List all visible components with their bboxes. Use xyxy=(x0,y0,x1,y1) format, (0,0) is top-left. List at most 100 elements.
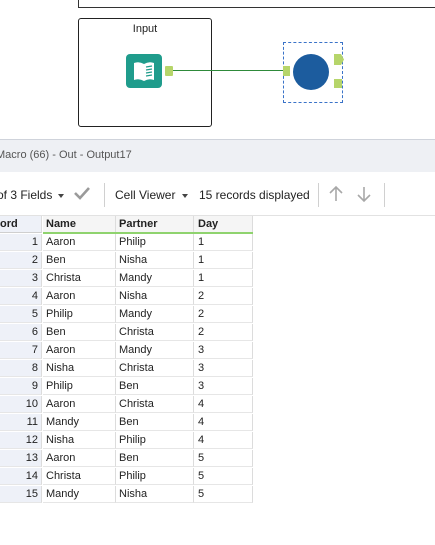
table-row[interactable]: 8 Nisha Christa 3 xyxy=(0,360,253,378)
day-cell[interactable]: 1 xyxy=(194,270,253,287)
partner-cell[interactable]: Philip xyxy=(116,468,194,485)
name-cell[interactable]: Philip xyxy=(43,378,116,395)
name-cell[interactable]: Christa xyxy=(43,468,116,485)
container-title: Input xyxy=(132,23,158,35)
partner-cell[interactable]: Mandy xyxy=(116,342,194,359)
record-number-cell[interactable]: 14 xyxy=(0,468,42,485)
record-number-cell[interactable]: 8 xyxy=(0,360,42,377)
partner-cell[interactable]: Nisha xyxy=(116,486,194,503)
name-cell[interactable]: Aaron xyxy=(43,450,116,467)
table-row[interactable]: 6 Ben Christa 2 xyxy=(0,324,253,342)
workflow-canvas[interactable]: Input xyxy=(0,0,435,138)
toolbar-divider xyxy=(384,183,385,207)
partner-cell[interactable]: Christa xyxy=(116,396,194,413)
partner-cell[interactable]: Nisha xyxy=(116,252,194,269)
column-header-name[interactable]: Name xyxy=(43,216,116,233)
record-number-cell[interactable]: 3 xyxy=(0,270,42,287)
record-number-cell[interactable]: 4 xyxy=(0,288,42,305)
cell-viewer-button[interactable]: Cell Viewer xyxy=(115,188,175,202)
record-number-cell[interactable]: 12 xyxy=(0,432,42,449)
day-cell[interactable]: 2 xyxy=(194,306,253,323)
partner-cell[interactable]: Nisha xyxy=(116,288,194,305)
input-output-anchor[interactable] xyxy=(165,66,173,76)
arrow-up-icon[interactable] xyxy=(328,185,344,206)
name-cell[interactable]: Philip xyxy=(43,306,116,323)
macro-circle-icon[interactable] xyxy=(293,54,329,90)
day-cell[interactable]: 4 xyxy=(194,432,253,449)
column-header-partner[interactable]: Partner xyxy=(116,216,194,233)
table-row[interactable]: 3 Christa Mandy 1 xyxy=(0,270,253,288)
name-cell[interactable]: Ben xyxy=(43,252,116,269)
input-data-tool-icon[interactable] xyxy=(126,54,162,88)
partner-cell[interactable]: Ben xyxy=(116,450,194,467)
name-cell[interactable]: Aaron xyxy=(43,288,116,305)
record-number-cell[interactable]: 15 xyxy=(0,486,42,503)
record-number-cell[interactable]: 2 xyxy=(0,252,42,269)
day-cell[interactable]: 1 xyxy=(194,252,253,269)
partner-cell[interactable]: Philip xyxy=(116,432,194,449)
cell-viewer-chevron-icon[interactable] xyxy=(182,194,188,198)
name-cell[interactable]: Nisha xyxy=(43,360,116,377)
table-row[interactable]: 12 Nisha Philip 4 xyxy=(0,432,253,450)
grid-header-row: ord Name Partner Day xyxy=(0,216,253,234)
fields-dropdown-chevron-icon[interactable] xyxy=(58,194,64,198)
table-row[interactable]: 13 Aaron Ben 5 xyxy=(0,450,253,468)
column-header-record[interactable]: ord xyxy=(0,216,42,233)
table-row[interactable]: 1 Aaron Philip 1 xyxy=(0,234,253,252)
name-cell[interactable]: Nisha xyxy=(43,432,116,449)
day-cell[interactable]: 4 xyxy=(194,396,253,413)
table-row[interactable]: 11 Mandy Ben 4 xyxy=(0,414,253,432)
table-row[interactable]: 9 Philip Ben 3 xyxy=(0,378,253,396)
table-row[interactable]: 14 Christa Philip 5 xyxy=(0,468,253,486)
table-row[interactable]: 10 Aaron Christa 4 xyxy=(0,396,253,414)
name-cell[interactable]: Mandy xyxy=(43,414,116,431)
partner-cell[interactable]: Mandy xyxy=(116,306,194,323)
record-number-cell[interactable]: 9 xyxy=(0,378,42,395)
day-cell[interactable]: 5 xyxy=(194,468,253,485)
arrow-down-icon[interactable] xyxy=(356,185,372,206)
day-cell[interactable]: 5 xyxy=(194,450,253,467)
record-number-cell[interactable]: 13 xyxy=(0,450,42,467)
macro-input-anchor[interactable] xyxy=(283,66,290,76)
toolbar-divider xyxy=(104,183,105,207)
table-row[interactable]: 4 Aaron Nisha 2 xyxy=(0,288,253,306)
partner-cell[interactable]: Christa xyxy=(116,324,194,341)
day-cell[interactable]: 3 xyxy=(194,378,253,395)
day-cell[interactable]: 3 xyxy=(194,342,253,359)
partner-cell[interactable]: Ben xyxy=(116,414,194,431)
record-number-cell[interactable]: 1 xyxy=(0,234,42,251)
partner-cell[interactable]: Ben xyxy=(116,378,194,395)
day-cell[interactable]: 3 xyxy=(194,360,253,377)
connection-wire[interactable] xyxy=(173,70,283,71)
record-number-cell[interactable]: 5 xyxy=(0,306,42,323)
table-row[interactable]: 2 Ben Nisha 1 xyxy=(0,252,253,270)
partner-cell[interactable]: Philip xyxy=(116,234,194,251)
table-row[interactable]: 15 Mandy Nisha 5 xyxy=(0,486,253,504)
results-title: Macro (66) - Out - Output17 xyxy=(0,149,132,161)
name-cell[interactable]: Aaron xyxy=(43,234,116,251)
partner-cell[interactable]: Mandy xyxy=(116,270,194,287)
apply-checkmark-icon[interactable] xyxy=(73,185,91,204)
name-cell[interactable]: Ben xyxy=(43,324,116,341)
record-number-cell[interactable]: 11 xyxy=(0,414,42,431)
column-header-day[interactable]: Day xyxy=(194,216,253,233)
macro-output-anchor-2[interactable] xyxy=(334,79,342,88)
record-number-cell[interactable]: 7 xyxy=(0,342,42,359)
fields-selector[interactable]: of 3 Fields xyxy=(0,188,52,202)
name-cell[interactable]: Aaron xyxy=(43,396,116,413)
day-cell[interactable]: 2 xyxy=(194,288,253,305)
day-cell[interactable]: 5 xyxy=(194,486,253,503)
results-window-header: Macro (66) - Out - Output17 xyxy=(0,139,435,173)
day-cell[interactable]: 2 xyxy=(194,324,253,341)
day-cell[interactable]: 1 xyxy=(194,234,253,251)
name-cell[interactable]: Aaron xyxy=(43,342,116,359)
table-row[interactable]: 5 Philip Mandy 2 xyxy=(0,306,253,324)
day-cell[interactable]: 4 xyxy=(194,414,253,431)
partner-cell[interactable]: Christa xyxy=(116,360,194,377)
record-number-cell[interactable]: 6 xyxy=(0,324,42,341)
table-row[interactable]: 7 Aaron Mandy 3 xyxy=(0,342,253,360)
canvas-top-container[interactable] xyxy=(78,0,435,8)
record-number-cell[interactable]: 10 xyxy=(0,396,42,413)
name-cell[interactable]: Mandy xyxy=(43,486,116,503)
name-cell[interactable]: Christa xyxy=(43,270,116,287)
